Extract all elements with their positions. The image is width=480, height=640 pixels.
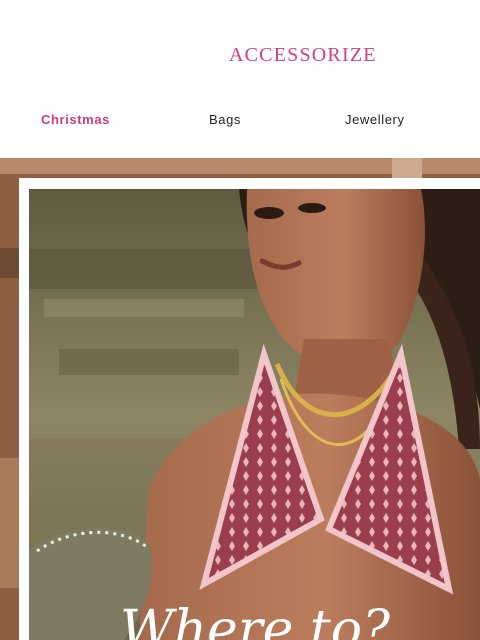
brand-logo[interactable]: ACCESSORIZE [229,44,377,67]
nav-item-christmas[interactable]: Christmas [41,112,110,127]
model-wearing-gold-chain-necklace-photo [29,189,480,640]
hero-photo[interactable] [29,189,480,640]
hero-headline: Where to? [120,600,390,640]
site-header: ACCESSORIZE Christmas Bags Jewellery [0,0,480,158]
nav-item-bags[interactable]: Bags [209,112,241,127]
nav-item-jewellery[interactable]: Jewellery [345,112,405,127]
hero-banner[interactable]: Where to? [0,158,480,640]
